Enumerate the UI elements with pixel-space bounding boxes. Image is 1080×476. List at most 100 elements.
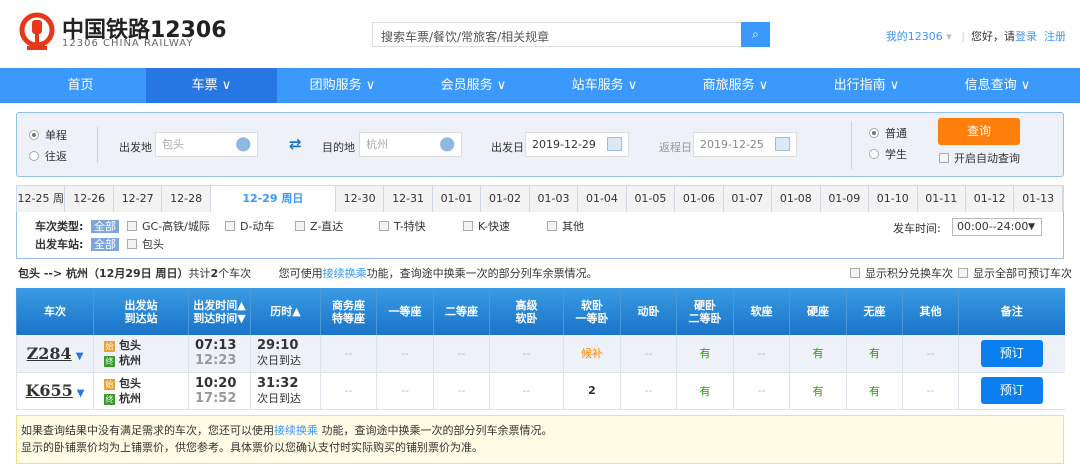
student-radio[interactable]: 学生 bbox=[869, 146, 907, 162]
book-button[interactable]: 预订 bbox=[980, 377, 1043, 404]
date-tab[interactable]: 01-11 bbox=[918, 186, 966, 212]
date-tab[interactable]: 12-30 bbox=[336, 186, 385, 212]
duration-cell: 29:10 次日到达 bbox=[250, 335, 321, 373]
train-table: 车次 出发站 到达站 出发时间▲ 到达时间▼ 历时▲ 商务座 特等座 一等座 二等座 高级 软… bbox=[16, 288, 1065, 410]
date-tab[interactable]: 01-03 bbox=[530, 186, 579, 212]
date-tab[interactable]: 12-27 bbox=[114, 186, 163, 212]
train-number-link[interactable]: K655 bbox=[25, 381, 72, 400]
to-station: 杭州 bbox=[119, 391, 141, 405]
expand-caret-icon[interactable]: ▼ bbox=[76, 351, 84, 362]
start-station-icon: 始 bbox=[104, 378, 115, 390]
show-points-checkbox[interactable]: 显示积分兑换车次 bbox=[850, 265, 953, 281]
seat-cell[interactable]: 候补 bbox=[563, 335, 621, 373]
arrival-note: 次日到达 bbox=[257, 354, 301, 368]
date-tab[interactable]: 01-09 bbox=[821, 186, 870, 212]
search-button[interactable]: ⌕ bbox=[741, 22, 770, 47]
notice-transfer-link[interactable]: 接续换乘 bbox=[274, 424, 318, 437]
date-tab[interactable]: 01-01 bbox=[433, 186, 482, 212]
register-link[interactable]: 注册 bbox=[1044, 30, 1066, 43]
station-label: 出发车站: bbox=[35, 238, 84, 251]
nav-info[interactable]: 信息查询 ∨ bbox=[932, 68, 1063, 103]
to-input[interactable]: 杭州 ⬤ bbox=[359, 132, 462, 157]
auto-query-checkbox[interactable]: 开启自动查询 bbox=[939, 150, 1020, 166]
seat-cell[interactable]: 有 bbox=[846, 372, 903, 410]
nav-guide[interactable]: 出行指南 ∨ bbox=[801, 68, 932, 103]
seat-cell[interactable]: 有 bbox=[846, 335, 903, 373]
type-gc-checkbox[interactable]: GC-高铁/城际 bbox=[127, 218, 210, 234]
nav-member[interactable]: 会员服务 ∨ bbox=[408, 68, 539, 103]
type-z-checkbox[interactable]: Z-直达 bbox=[295, 218, 343, 234]
search-panel: 单程 往返 出发地 包头 ⬤ ⇄ 目的地 杭州 ⬤ 出发日 2019-12-29 返… bbox=[16, 112, 1064, 177]
from-station: 包头 bbox=[119, 339, 141, 353]
train-type-all[interactable]: 全部 bbox=[91, 220, 119, 233]
date-tab[interactable]: 12-28 bbox=[162, 186, 211, 212]
transfer-link[interactable]: 接续换乘 bbox=[323, 267, 367, 280]
type-other-checkbox[interactable]: 其他 bbox=[547, 218, 584, 234]
book-button[interactable]: 预订 bbox=[980, 339, 1043, 367]
seat-cell[interactable]: 有 bbox=[676, 335, 734, 373]
seat-cell[interactable]: 有 bbox=[789, 372, 847, 410]
from-input[interactable]: 包头 ⬤ bbox=[155, 132, 258, 157]
query-button[interactable]: 查询 bbox=[938, 118, 1020, 145]
column-header: 车次 bbox=[16, 288, 94, 335]
login-link[interactable]: 登录 bbox=[1015, 30, 1037, 43]
one-way-radio[interactable]: 单程 bbox=[29, 127, 67, 143]
depart-time-select[interactable]: 00:00--24:00 ▼ bbox=[952, 218, 1042, 236]
seat-cell: -- bbox=[733, 372, 790, 410]
date-tab[interactable]: 01-13 bbox=[1014, 186, 1063, 212]
date-tab[interactable]: 01-02 bbox=[481, 186, 530, 212]
calendar-icon[interactable] bbox=[607, 137, 622, 151]
depart-date-input[interactable]: 2019-12-29 bbox=[525, 132, 629, 157]
column-header[interactable]: 历时▲ bbox=[250, 288, 321, 335]
round-trip-radio[interactable]: 往返 bbox=[29, 148, 67, 164]
show-all-checkbox[interactable]: 显示全部可预订车次 bbox=[958, 265, 1072, 281]
arrive-time: 17:52 bbox=[195, 390, 237, 406]
date-tab[interactable]: 12-31 bbox=[384, 186, 433, 212]
column-header: 二等座 bbox=[433, 288, 490, 335]
date-tab[interactable]: 01-05 bbox=[627, 186, 676, 212]
date-tab[interactable]: 01-10 bbox=[869, 186, 918, 212]
nav-business[interactable]: 商旅服务 ∨ bbox=[670, 68, 801, 103]
return-date-input[interactable]: 2019-12-25 bbox=[693, 132, 797, 157]
seat-cell[interactable]: 2 bbox=[563, 372, 621, 410]
seat-cell[interactable]: 有 bbox=[676, 372, 734, 410]
type-t-checkbox[interactable]: T-特快 bbox=[379, 218, 426, 234]
date-tab[interactable]: 01-04 bbox=[578, 186, 627, 212]
date-tab[interactable]: 01-07 bbox=[724, 186, 773, 212]
column-header: 备注 bbox=[958, 288, 1065, 335]
nav-home[interactable]: 首页 bbox=[15, 68, 146, 103]
type-k-checkbox[interactable]: K-快速 bbox=[463, 218, 510, 234]
expand-caret-icon[interactable]: ▼ bbox=[77, 388, 85, 399]
remark-cell: 预订 bbox=[958, 372, 1065, 410]
date-tab[interactable]: 01-08 bbox=[772, 186, 821, 212]
site-search-input[interactable]: 搜索车票/餐饮/常旅客/相关规章 ⌕ bbox=[372, 22, 770, 47]
date-tab[interactable]: 12-25 周 bbox=[17, 186, 66, 212]
seat-cell[interactable]: 有 bbox=[789, 335, 847, 373]
seat-cell: -- bbox=[902, 335, 959, 373]
nav-tickets[interactable]: 车票 ∨ bbox=[146, 68, 277, 103]
date-tab[interactable]: 01-12 bbox=[966, 186, 1015, 212]
station-all[interactable]: 全部 bbox=[91, 238, 119, 251]
date-tab[interactable]: 12-29 周日 bbox=[210, 186, 336, 212]
chevron-down-icon: ▾ bbox=[946, 30, 952, 43]
train-number-link[interactable]: Z284 bbox=[27, 344, 72, 363]
seat-cell: -- bbox=[489, 372, 564, 410]
adult-radio[interactable]: 普通 bbox=[869, 125, 907, 141]
column-header: 一等座 bbox=[376, 288, 434, 335]
nav-group[interactable]: 团购服务 ∨ bbox=[277, 68, 408, 103]
swap-icon[interactable]: ⇄ bbox=[289, 135, 302, 153]
date-tab[interactable]: 12-26 bbox=[65, 186, 114, 212]
brand-subtitle: 12306 CHINA RAILWAY bbox=[62, 38, 194, 49]
my12306-link[interactable]: 我的12306 bbox=[886, 30, 943, 43]
calendar-icon[interactable] bbox=[775, 137, 790, 151]
station-cell: 始包头终杭州 bbox=[93, 372, 189, 410]
date-tab[interactable]: 01-06 bbox=[675, 186, 724, 212]
remark-cell: 预订 bbox=[958, 335, 1065, 373]
seat-cell: -- bbox=[489, 335, 564, 373]
type-d-checkbox[interactable]: D-动车 bbox=[225, 218, 274, 234]
column-header: 出发站 到达站 bbox=[93, 288, 189, 335]
station-baotou-checkbox[interactable]: 包头 bbox=[127, 236, 164, 252]
location-icon: ⬤ bbox=[439, 136, 455, 152]
column-header[interactable]: 出发时间▲ 到达时间▼ bbox=[188, 288, 251, 335]
nav-station[interactable]: 站车服务 ∨ bbox=[539, 68, 670, 103]
